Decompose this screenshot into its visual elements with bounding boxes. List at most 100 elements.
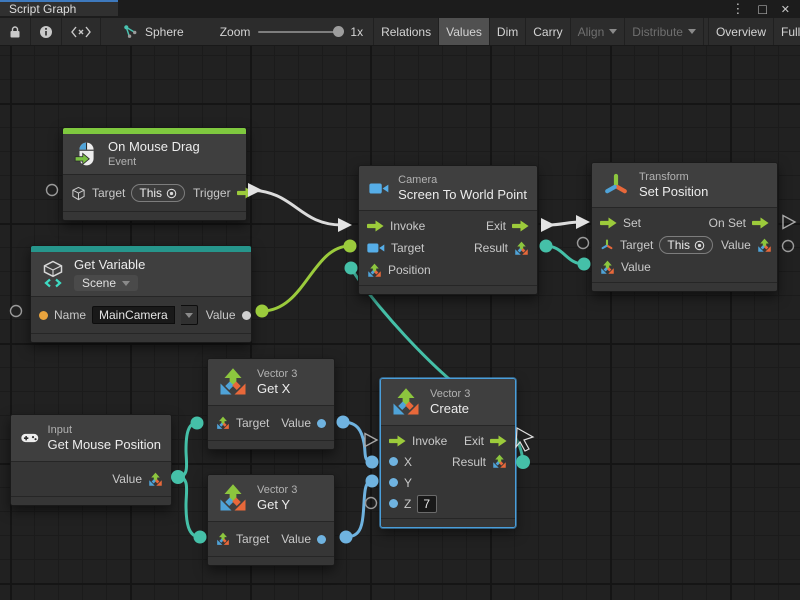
flow-connection-triangle[interactable] (338, 218, 352, 232)
toolbar-button-relations[interactable]: Relations (373, 18, 439, 45)
vector3-icon (216, 532, 230, 546)
node-title: Get Mouse Position (48, 437, 161, 453)
unconnected-flow-port-triangle[interactable] (365, 434, 377, 447)
port-label-target: Target (92, 186, 125, 200)
wire-result-to-value[interactable] (546, 246, 584, 264)
maximize-icon[interactable] (758, 1, 766, 18)
connection-dot-vector3[interactable] (171, 470, 185, 484)
port-label-set: Set (623, 216, 641, 230)
unconnected-port-circle[interactable] (578, 238, 589, 249)
unconnected-port-circle[interactable] (11, 306, 22, 317)
graph-breadcrumb[interactable]: Sphere (115, 18, 192, 45)
flow-connection-triangle[interactable] (541, 218, 555, 232)
connection-dot-float[interactable] (366, 475, 379, 488)
unconnected-port-circle[interactable] (366, 498, 377, 509)
wire-gety-to-y[interactable] (346, 481, 372, 537)
port-label-target: Target (620, 238, 653, 252)
target-this-pill[interactable]: This (659, 236, 713, 254)
node-get-mouse-position[interactable]: Input Get Mouse Position Value (10, 414, 172, 506)
lock-button[interactable] (0, 18, 31, 45)
node-category: Vector 3 (257, 367, 297, 381)
graph-canvas[interactable]: On Mouse Drag Event Target This T (0, 46, 800, 600)
toolbar-button-carry[interactable]: Carry (526, 18, 570, 45)
node-category: Vector 3 (430, 387, 470, 401)
toolbar-button-dim[interactable]: Dim (490, 18, 526, 45)
node-on-mouse-drag[interactable]: On Mouse Drag Event Target This T (62, 127, 247, 221)
node-title: Set Position (639, 184, 708, 200)
node-get-x[interactable]: Vector 3 Get X Target Value (207, 358, 335, 450)
port-dot-y-float[interactable] (389, 478, 398, 487)
zoom-value: 1x (350, 25, 363, 39)
port-dot-z-float[interactable] (389, 499, 398, 508)
unconnected-port-circle[interactable] (47, 185, 58, 196)
toolbar-button-fullscreen[interactable]: Full Screen (774, 18, 800, 45)
wire-trigger-to-invoke[interactable] (248, 190, 342, 225)
node-create-vector3[interactable]: Vector 3 Create Invoke Exit X Result (380, 378, 516, 528)
target-this-pill[interactable]: This (131, 184, 185, 202)
wire-variable-to-target[interactable] (262, 246, 350, 311)
node-screen-to-world-point[interactable]: Camera Screen To World Point Invoke Exit… (358, 165, 538, 295)
camera-icon (369, 179, 389, 198)
port-dot-value-float[interactable] (317, 419, 326, 428)
connection-dot-float[interactable] (366, 456, 379, 469)
vector3-icon (148, 472, 163, 487)
node-title: Get Variable (74, 257, 145, 273)
wire-mouseposition-to-gety[interactable] (178, 477, 200, 537)
connection-dot-float[interactable] (340, 531, 353, 544)
variable-name-field[interactable]: MainCamera (92, 306, 175, 324)
code-preview-button[interactable] (62, 18, 101, 45)
unconnected-port-circle[interactable] (783, 241, 794, 252)
toolbar-button-overview[interactable]: Overview (708, 18, 774, 45)
port-dot-value-float[interactable] (317, 535, 326, 544)
zoom-label: Zoom (220, 25, 251, 39)
flow-out-arrow-icon (752, 217, 769, 229)
flow-out-arrow-icon (490, 435, 507, 447)
node-set-position[interactable]: Transform Set Position Set On Set Target… (591, 162, 778, 292)
connection-dot-vector3[interactable] (345, 262, 358, 275)
port-label-invoke: Invoke (412, 434, 447, 448)
zoom-slider[interactable] (258, 31, 342, 33)
node-category: Transform (639, 170, 708, 184)
toolbar-button-values[interactable]: Values (439, 18, 490, 45)
unconnected-flow-port-triangle[interactable] (783, 216, 795, 229)
unity-script-graph-window: Script Graph Sphere Zoom 1x (0, 0, 800, 600)
wire-mouseposition-to-getx[interactable] (178, 423, 197, 477)
zoom-slider-handle[interactable] (333, 26, 344, 37)
z-value-field[interactable]: 7 (417, 495, 437, 513)
connection-dot-vector3[interactable] (540, 240, 553, 253)
close-icon[interactable] (781, 1, 790, 18)
toolbar-button-align[interactable]: Align (571, 18, 626, 45)
port-label-result: Result (452, 455, 486, 469)
info-button[interactable] (31, 18, 62, 45)
kebab-menu-icon[interactable] (731, 1, 744, 17)
port-label-target: Target (236, 416, 269, 430)
port-dot-name-string[interactable] (39, 311, 48, 320)
flow-connection-triangle[interactable] (576, 215, 590, 229)
wire-getx-to-x[interactable] (343, 422, 372, 462)
node-title: Screen To World Point (398, 187, 527, 203)
port-label-value: Value (206, 308, 236, 322)
variable-scope-dropdown[interactable]: Scene (74, 275, 138, 291)
graph-name: Sphere (145, 25, 184, 39)
chevron-down-icon (185, 313, 193, 318)
node-get-y[interactable]: Vector 3 Get Y Target Value (207, 474, 335, 566)
window-controls (731, 0, 800, 18)
connection-dot-vector3[interactable] (516, 455, 530, 469)
connection-dot-vector3[interactable] (191, 417, 204, 430)
port-label-target: Target (236, 532, 269, 546)
connection-dot-float[interactable] (337, 416, 350, 429)
tab-script-graph[interactable]: Script Graph (0, 0, 118, 16)
wire-exit-to-set[interactable] (548, 222, 580, 225)
port-dot-x-float[interactable] (389, 457, 398, 466)
variable-name-dropdown-button[interactable] (181, 305, 198, 325)
connection-dot-object[interactable] (344, 240, 357, 253)
connection-dot-vector3[interactable] (194, 531, 207, 544)
toolbar-button-distribute[interactable]: Distribute (625, 18, 704, 45)
connection-dot-object[interactable] (256, 305, 269, 318)
port-dot-value-object[interactable] (242, 311, 251, 320)
connection-dot-vector3[interactable] (578, 258, 591, 271)
tab-bar: Script Graph (0, 0, 800, 18)
gamepad-icon (21, 428, 39, 448)
camera-port-icon (367, 242, 385, 254)
node-get-variable[interactable]: Get Variable Scene Name MainCamera Valu (30, 245, 252, 343)
